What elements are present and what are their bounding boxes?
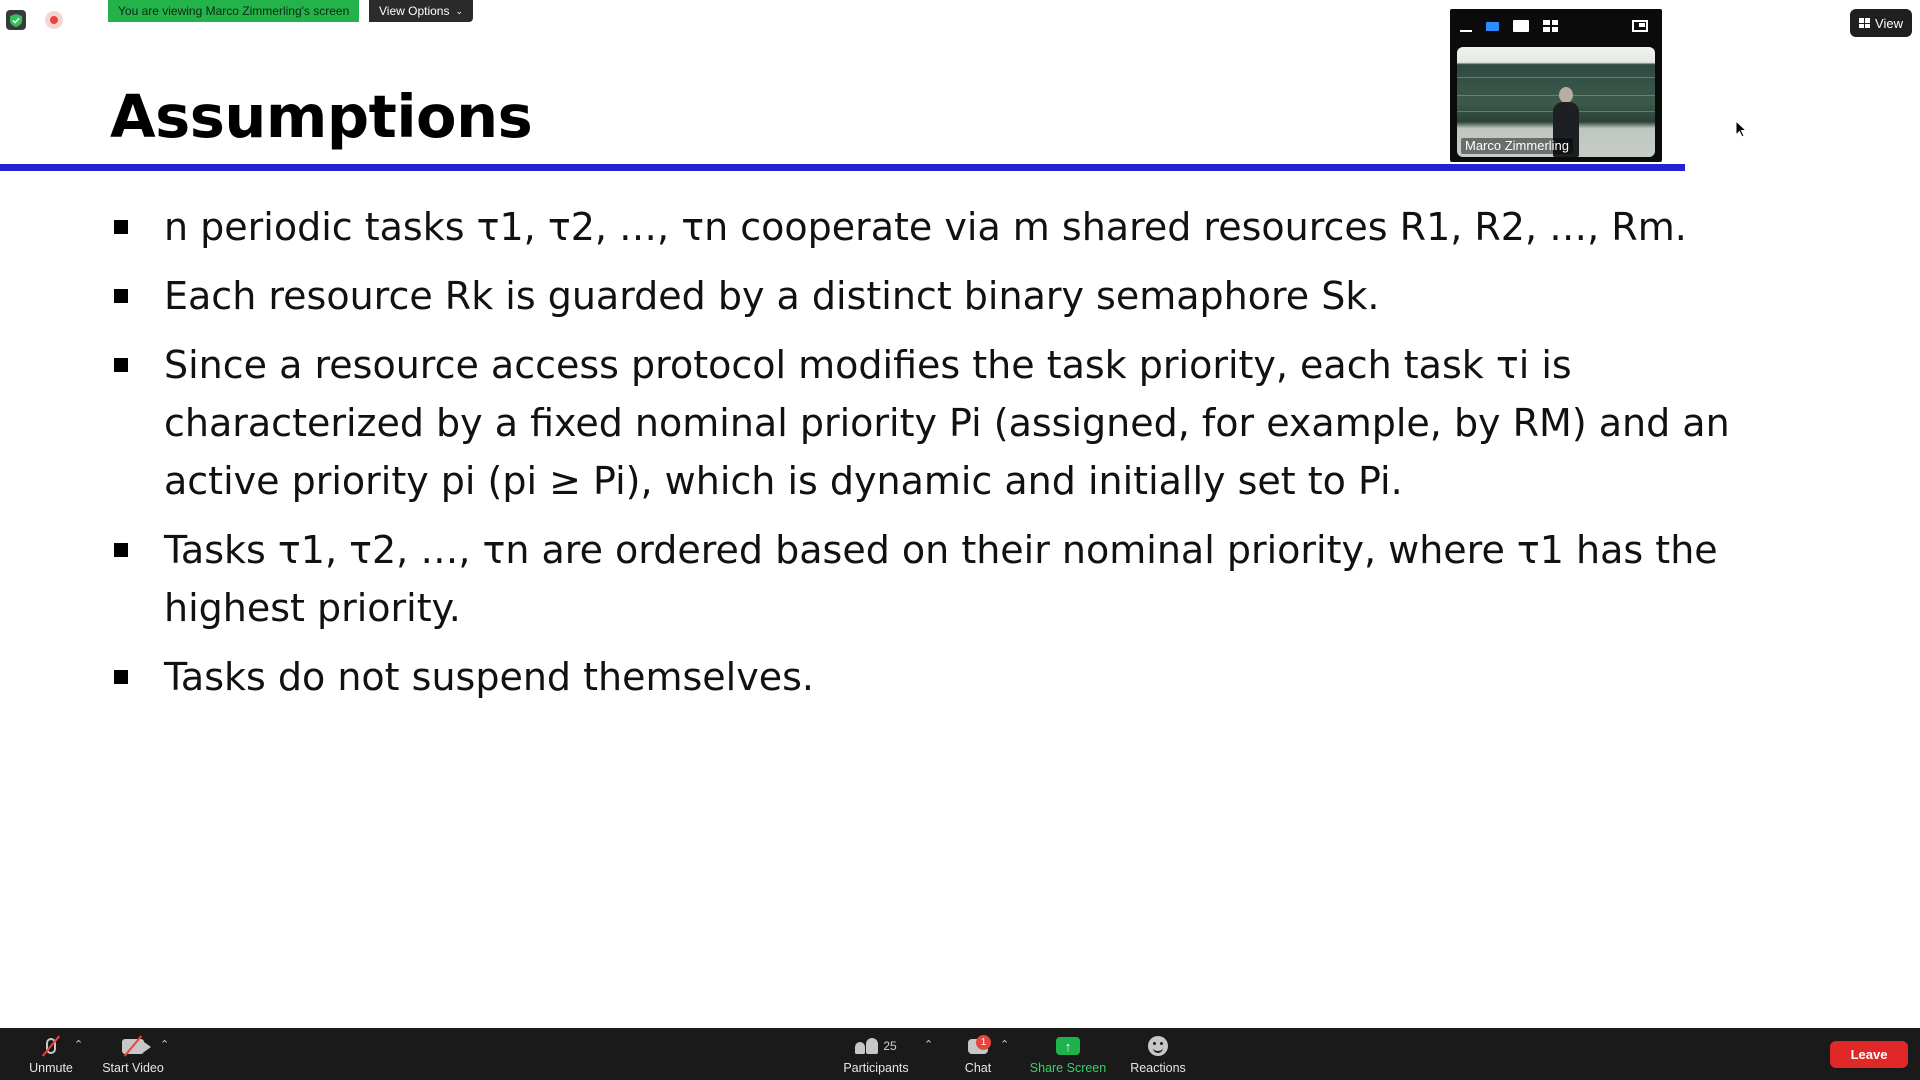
participants-caret-icon[interactable]: ⌃ bbox=[924, 1038, 933, 1051]
bullet-item: Tasks do not suspend themselves. bbox=[110, 648, 1810, 706]
bullet-text: Each resource Rk is guarded by a distinc… bbox=[164, 274, 1380, 318]
unmute-label: Unmute bbox=[29, 1061, 73, 1075]
active-speaker-view-icon[interactable] bbox=[1486, 21, 1499, 31]
participants-label: Participants bbox=[843, 1061, 909, 1075]
view-options-label: View Options bbox=[379, 4, 450, 18]
view-button[interactable]: View bbox=[1850, 9, 1912, 37]
share-screen-button[interactable]: ↑ Share Screen bbox=[1024, 1028, 1112, 1080]
bullet-text: Tasks τ1, τ2, …, τn are ordered based on… bbox=[164, 528, 1718, 630]
video-panel-toolbar bbox=[1450, 9, 1662, 43]
start-video-label: Start Video bbox=[102, 1061, 164, 1075]
share-screen-label: Share Screen bbox=[1029, 1061, 1107, 1075]
chat-button[interactable]: 1 Chat bbox=[956, 1028, 1000, 1080]
viewing-screen-banner: You are viewing Marco Zimmerling's scree… bbox=[108, 0, 360, 22]
leave-button[interactable]: Leave bbox=[1830, 1041, 1908, 1068]
chat-icon: 1 bbox=[964, 1033, 992, 1059]
chevron-down-icon: ⌄ bbox=[455, 6, 464, 16]
chat-label: Chat bbox=[964, 1061, 992, 1075]
speaker-view-icon[interactable] bbox=[1513, 20, 1529, 32]
title-divider bbox=[0, 164, 1685, 171]
mouse-cursor-icon bbox=[1735, 120, 1747, 138]
view-options-button[interactable]: View Options ⌄ bbox=[369, 0, 474, 22]
participants-count: 25 bbox=[883, 1039, 897, 1053]
recording-icon[interactable] bbox=[45, 11, 63, 29]
grid-icon bbox=[1859, 18, 1871, 28]
audio-options-caret-icon[interactable]: ⌃ bbox=[74, 1038, 83, 1051]
participant-video: Marco Zimmerling bbox=[1457, 47, 1655, 157]
slide-bullet-list: n periodic tasks τ1, τ2, …, τn cooperate… bbox=[110, 198, 1810, 717]
slide-title: Assumptions bbox=[110, 82, 533, 151]
meeting-toolbar: Unmute ⌃ Start Video ⌃ 25 Participants ⌃… bbox=[0, 1028, 1920, 1080]
bullet-text: n periodic tasks τ1, τ2, …, τn cooperate… bbox=[164, 205, 1687, 249]
pop-out-icon[interactable] bbox=[1632, 20, 1648, 32]
bullet-item: Tasks τ1, τ2, …, τn are ordered based on… bbox=[110, 521, 1810, 637]
share-screen-icon: ↑ bbox=[1054, 1033, 1082, 1059]
view-button-label: View bbox=[1875, 15, 1903, 31]
minimize-icon[interactable] bbox=[1460, 30, 1472, 32]
reactions-icon bbox=[1144, 1033, 1172, 1059]
bullet-text: Tasks do not suspend themselves. bbox=[164, 655, 814, 699]
chat-badge: 1 bbox=[976, 1034, 991, 1050]
unmute-button[interactable]: Unmute bbox=[24, 1028, 78, 1080]
bullet-item: Each resource Rk is guarded by a distinc… bbox=[110, 267, 1810, 325]
participants-icon: 25 bbox=[846, 1033, 906, 1059]
participant-name-tag: Marco Zimmerling bbox=[1461, 138, 1574, 154]
start-video-button[interactable]: Start Video bbox=[96, 1028, 170, 1080]
bullet-item: n periodic tasks τ1, τ2, …, τn cooperate… bbox=[110, 198, 1810, 256]
bullet-text: Since a resource access protocol modifie… bbox=[164, 343, 1730, 503]
bullet-item: Since a resource access protocol modifie… bbox=[110, 336, 1810, 510]
video-off-icon bbox=[119, 1033, 151, 1059]
shield-icon[interactable] bbox=[6, 10, 26, 30]
participants-button[interactable]: 25 Participants bbox=[834, 1028, 918, 1080]
video-thumbnail-panel[interactable]: Marco Zimmerling bbox=[1450, 9, 1662, 162]
chat-caret-icon[interactable]: ⌃ bbox=[1000, 1038, 1009, 1051]
video-options-caret-icon[interactable]: ⌃ bbox=[160, 1038, 169, 1051]
reactions-button[interactable]: Reactions bbox=[1124, 1028, 1192, 1080]
gallery-view-icon[interactable] bbox=[1543, 20, 1558, 32]
reactions-label: Reactions bbox=[1130, 1061, 1186, 1075]
microphone-muted-icon bbox=[37, 1033, 65, 1059]
